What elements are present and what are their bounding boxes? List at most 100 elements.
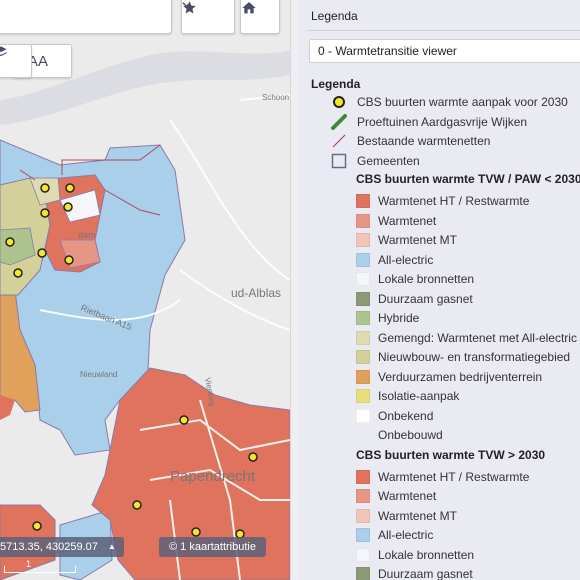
legend-item-label: Duurzaam gasnet xyxy=(378,567,473,580)
coordinate-toggle-icon: ▲ xyxy=(107,542,116,551)
map-canvas[interactable]: Papendrecht ud-Alblas Rietbaan A15 Nieuw… xyxy=(0,0,290,580)
panel-title: Legenda xyxy=(311,9,358,23)
legend-item-label: Nieuwbouw- en transformatiegebied xyxy=(378,350,571,364)
legend-group-title: CBS buurten warmte TVW / PAW < 2030 xyxy=(356,172,580,186)
place-label-papendrecht: Papendrecht xyxy=(170,468,256,485)
panel-divider xyxy=(307,30,580,31)
heat-approach-dot[interactable] xyxy=(191,527,201,537)
legend-item-label: Warmtenet xyxy=(378,213,437,228)
legend-item: Warmtenet HT / Restwarmte xyxy=(356,192,529,210)
legend-layer-row: Gemeenten xyxy=(331,152,420,170)
legend-item: Verduurzamen bedrijventerrein xyxy=(356,368,542,386)
outline-square-icon xyxy=(331,153,347,169)
legend-swatch xyxy=(356,389,370,403)
legend-layer-label: CBS buurten warmte aanpak voor 2030 xyxy=(357,95,568,109)
legend-item-label: Lokale bronnetten xyxy=(378,272,475,286)
legend-item-label: Warmtenet HT / Restwarmte xyxy=(378,469,530,484)
legend-item-label: Lokale bronnetten xyxy=(378,547,475,562)
legend-swatch xyxy=(356,272,370,286)
legend-group-title: CBS buurten warmte TVW > 2030 xyxy=(356,447,546,462)
legend-swatch xyxy=(356,489,370,503)
heat-approach-dot[interactable] xyxy=(32,521,42,531)
map-attribution-button[interactable]: © 1 kaartattributie xyxy=(159,537,266,557)
legend-layer-label: Bestaande warmtenetten xyxy=(357,134,491,148)
legend-swatch xyxy=(356,252,370,267)
place-label-dam: dam xyxy=(78,230,96,240)
place-label-nieuwland: Nieuwland xyxy=(80,370,117,379)
green-line-icon xyxy=(331,114,347,130)
heat-approach-dot[interactable] xyxy=(132,500,142,510)
legend-swatch xyxy=(356,330,370,345)
legend-item-label: Onbebouwd xyxy=(378,428,443,442)
legend-layer-label: Proeftuinen Aardgasvrije Wijken xyxy=(357,115,528,129)
dot-yellow-icon xyxy=(331,94,347,110)
legend-item: All-electric xyxy=(356,526,433,544)
panel-resize-handle[interactable] xyxy=(290,0,297,580)
legend-item-label: Verduurzamen bedrijventerrein xyxy=(378,369,543,384)
legend-swatch xyxy=(356,408,370,423)
heat-approach-dot[interactable] xyxy=(65,183,75,193)
heat-approach-dot[interactable] xyxy=(40,183,50,193)
legend-swatch xyxy=(356,547,370,562)
legend-swatch xyxy=(356,291,370,306)
heat-approach-dot[interactable] xyxy=(13,268,23,278)
legend-item-label: Hybride xyxy=(378,311,420,325)
legend-item: Warmtenet xyxy=(356,487,436,505)
legend-swatch xyxy=(356,428,370,442)
coordinate-value: 5713.35, 430259.07 xyxy=(0,541,98,553)
view-select[interactable]: 0 - Warmtetransitie viewer xyxy=(309,39,580,63)
scale-bar xyxy=(4,566,76,573)
red-line-icon xyxy=(331,133,347,149)
favorites-button[interactable] xyxy=(181,0,235,34)
legend-item-label: All-electric xyxy=(378,252,434,267)
heat-approach-dot[interactable] xyxy=(248,452,258,462)
legend-item: Lokale bronnetten xyxy=(356,546,474,564)
legend-item-label: Warmtenet MT xyxy=(378,233,457,247)
legend-swatch xyxy=(356,508,370,523)
legend-item-label: Duurzaam gasnet xyxy=(378,291,473,306)
legend-swatch xyxy=(356,528,370,542)
coordinate-readout[interactable]: 5713.35, 430259.07 ▲ xyxy=(0,537,124,557)
legend-item: Warmtenet HT / Restwarmte xyxy=(356,468,529,486)
heat-approach-dot[interactable] xyxy=(64,255,74,265)
legend-swatch xyxy=(356,369,370,384)
legend-item: All-electric xyxy=(356,251,433,269)
legend-item-label: Gemengd: Warmtenet met All-electric xyxy=(378,330,577,345)
heat-approach-dot[interactable] xyxy=(37,248,47,258)
heat-approach-dot[interactable] xyxy=(5,237,15,247)
legend-item: Nieuwbouw- en transformatiegebied xyxy=(356,348,570,366)
legend-item-label: Isolatie-aanpak xyxy=(378,389,460,403)
layers-button[interactable] xyxy=(0,44,32,78)
legend-item: Hybride xyxy=(356,309,419,327)
legend-panel: Legenda 0 - Warmtetransitie viewer Legen… xyxy=(297,0,580,580)
legend-item: Duurzaam gasnet xyxy=(356,565,473,580)
place-label-schoon: Schoon xyxy=(262,93,289,102)
heat-approach-dot[interactable] xyxy=(179,415,189,425)
place-label-alblas: ud-Alblas xyxy=(231,286,281,300)
search-input[interactable] xyxy=(0,0,172,34)
legend-layer-row: Proeftuinen Aardgasvrije Wijken xyxy=(331,113,527,131)
legend-item: Gemengd: Warmtenet met All-electric xyxy=(356,329,577,347)
legend-item: Warmtenet xyxy=(356,212,436,230)
legend-item: Isolatie-aanpak xyxy=(356,387,459,405)
legend-item-label: Warmtenet xyxy=(378,489,437,503)
legend-heading: Legenda xyxy=(311,77,361,91)
map-view[interactable]: Papendrecht ud-Alblas Rietbaan A15 Nieuw… xyxy=(0,0,290,580)
home-button[interactable] xyxy=(240,0,280,34)
legend-layer-row: Bestaande warmtenetten xyxy=(331,132,490,150)
legend-item: Duurzaam gasnet xyxy=(356,290,473,308)
legend-item: Warmtenet MT xyxy=(356,507,457,525)
legend-swatch xyxy=(356,311,370,325)
heat-approach-dot[interactable] xyxy=(40,208,50,218)
legend-item: Onbebouwd xyxy=(356,426,443,444)
heat-approach-dot[interactable] xyxy=(63,202,73,212)
legend-swatch xyxy=(356,469,370,484)
legend-item-label: All-electric xyxy=(378,528,434,542)
legend-swatch xyxy=(356,233,370,247)
legend-item-label: Warmtenet MT xyxy=(378,508,457,523)
legend-swatch xyxy=(356,350,370,364)
legend-swatch xyxy=(356,194,370,208)
legend-item: Warmtenet MT xyxy=(356,231,457,249)
legend-item: Lokale bronnetten xyxy=(356,270,474,288)
legend-swatch xyxy=(356,213,370,228)
